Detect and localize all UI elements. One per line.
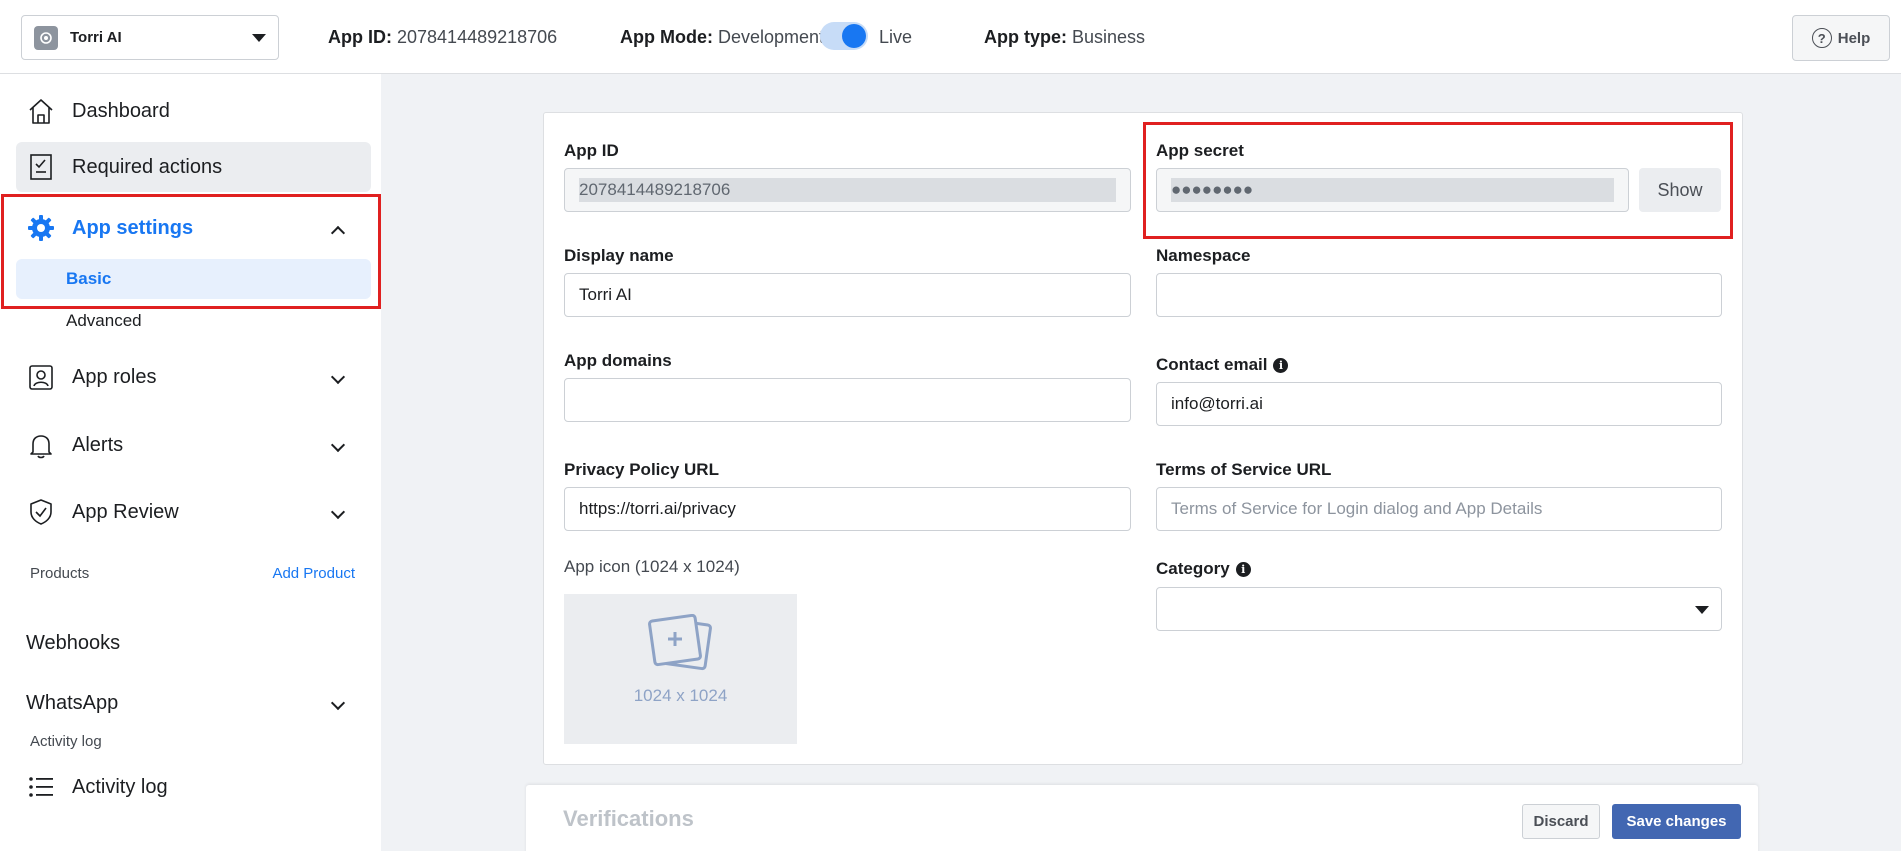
chevron-down-icon	[252, 33, 266, 42]
privacy-policy-field[interactable]: https://torri.ai/privacy	[564, 487, 1131, 531]
sidebar-item-label: Webhooks	[26, 631, 121, 654]
chevron-down-icon	[330, 695, 346, 711]
top-bar: Torri AI App ID: 2078414489218706 App Mo…	[0, 0, 1901, 74]
sidebar-item-label: App Review	[72, 500, 179, 523]
contact-email-label-text: Contact email	[1156, 355, 1268, 374]
sidebar: Dashboard Required actions App settings …	[0, 74, 381, 851]
sidebar-item-app-review[interactable]: App Review	[16, 487, 371, 537]
contact-email-field[interactable]: info@torri.ai	[1156, 382, 1722, 426]
sidebar-item-label: Activity log	[72, 775, 168, 798]
category-select[interactable]	[1156, 587, 1722, 631]
app-icon-dimensions: 1024 x 1024	[633, 686, 728, 705]
app-id-field[interactable]: 2078414489218706	[564, 168, 1131, 212]
verifications-heading: Verifications	[563, 806, 694, 831]
app-type-label: App type:	[984, 27, 1067, 47]
terms-of-service-label: Terms of Service URL	[1156, 460, 1332, 479]
namespace-label: Namespace	[1156, 246, 1251, 265]
app-domains-field[interactable]	[564, 378, 1131, 422]
category-label: Category i	[1156, 559, 1251, 579]
app-selector[interactable]: Torri AI	[21, 15, 279, 60]
discard-button[interactable]: Discard	[1522, 804, 1600, 839]
sidebar-item-dashboard[interactable]: Dashboard	[16, 86, 371, 136]
app-id-label: App ID	[564, 141, 619, 160]
app-selector-name: Torri AI	[70, 29, 122, 46]
info-icon[interactable]: i	[1273, 357, 1289, 373]
category-label-text: Category	[1156, 559, 1230, 578]
question-icon: ?	[1811, 28, 1832, 48]
sidebar-item-alerts[interactable]: Alerts	[16, 420, 371, 470]
chevron-down-icon	[330, 369, 346, 385]
info-icon[interactable]: i	[1235, 561, 1251, 577]
display-name-label: Display name	[564, 246, 674, 265]
app-domains-label: App domains	[564, 351, 672, 370]
highlight-box-app-settings	[1, 194, 381, 309]
app-id-meta-value: 2078414489218706	[397, 27, 558, 47]
shield-check-icon	[26, 497, 56, 527]
id-badge-icon	[26, 362, 56, 392]
save-changes-button[interactable]: Save changes	[1612, 804, 1741, 839]
sidebar-item-label: Dashboard	[72, 99, 170, 122]
sidebar-item-label: App roles	[72, 365, 157, 388]
sidebar-item-label: WhatsApp	[26, 691, 119, 714]
contact-email-label: Contact email i	[1156, 355, 1289, 375]
toggle-knob	[842, 24, 866, 48]
app-mode-meta: App Mode: Development	[620, 27, 824, 48]
sidebar-item-activity-log[interactable]: Activity log	[16, 762, 371, 812]
display-name-field[interactable]: Torri AI	[564, 273, 1131, 317]
home-icon	[26, 96, 56, 126]
list-icon	[26, 772, 56, 802]
terms-of-service-field[interactable]: Terms of Service for Login dialog and Ap…	[1156, 487, 1722, 531]
sidebar-item-required-actions[interactable]: Required actions	[16, 142, 371, 192]
privacy-policy-label: Privacy Policy URL	[564, 460, 719, 479]
app-type-value: Business	[1072, 27, 1146, 47]
app-mode-toggle[interactable]	[820, 22, 868, 50]
add-product-link[interactable]: Add Product	[272, 565, 355, 582]
highlight-box-app-secret	[1143, 122, 1733, 239]
app-mode-label: App Mode:	[620, 27, 713, 47]
app-id-meta-label: App ID:	[328, 27, 392, 47]
sidebar-item-whatsapp[interactable]: WhatsApp	[16, 678, 371, 728]
image-placeholder-icon	[646, 613, 716, 679]
app-id-value: 2078414489218706	[579, 178, 1116, 202]
sidebar-item-webhooks[interactable]: Webhooks	[16, 618, 371, 668]
activity-log-section-label: Activity log	[30, 733, 102, 750]
app-mode-dev: Development	[718, 27, 825, 47]
chevron-down-icon	[1695, 606, 1709, 614]
chevron-down-icon	[330, 504, 346, 520]
app-icon-label: App icon (1024 x 1024)	[564, 557, 740, 576]
sidebar-item-label: Required actions	[72, 155, 223, 178]
help-button[interactable]: ? Help	[1792, 15, 1890, 61]
checklist-icon	[26, 152, 56, 182]
namespace-field[interactable]	[1156, 273, 1722, 317]
app-gear-icon	[34, 25, 58, 50]
sidebar-item-app-roles[interactable]: App roles	[16, 352, 371, 402]
bell-icon	[26, 430, 56, 460]
app-mode-live: Live	[879, 27, 913, 47]
sidebar-item-label: Alerts	[72, 433, 124, 456]
help-label: Help	[1837, 29, 1871, 47]
app-type-meta: App type: Business	[984, 27, 1145, 48]
app-id-meta: App ID: 2078414489218706	[328, 27, 557, 48]
products-section-label: Products	[30, 565, 90, 582]
app-icon-upload[interactable]: 1024 x 1024	[564, 594, 797, 744]
chevron-down-icon	[330, 437, 346, 453]
